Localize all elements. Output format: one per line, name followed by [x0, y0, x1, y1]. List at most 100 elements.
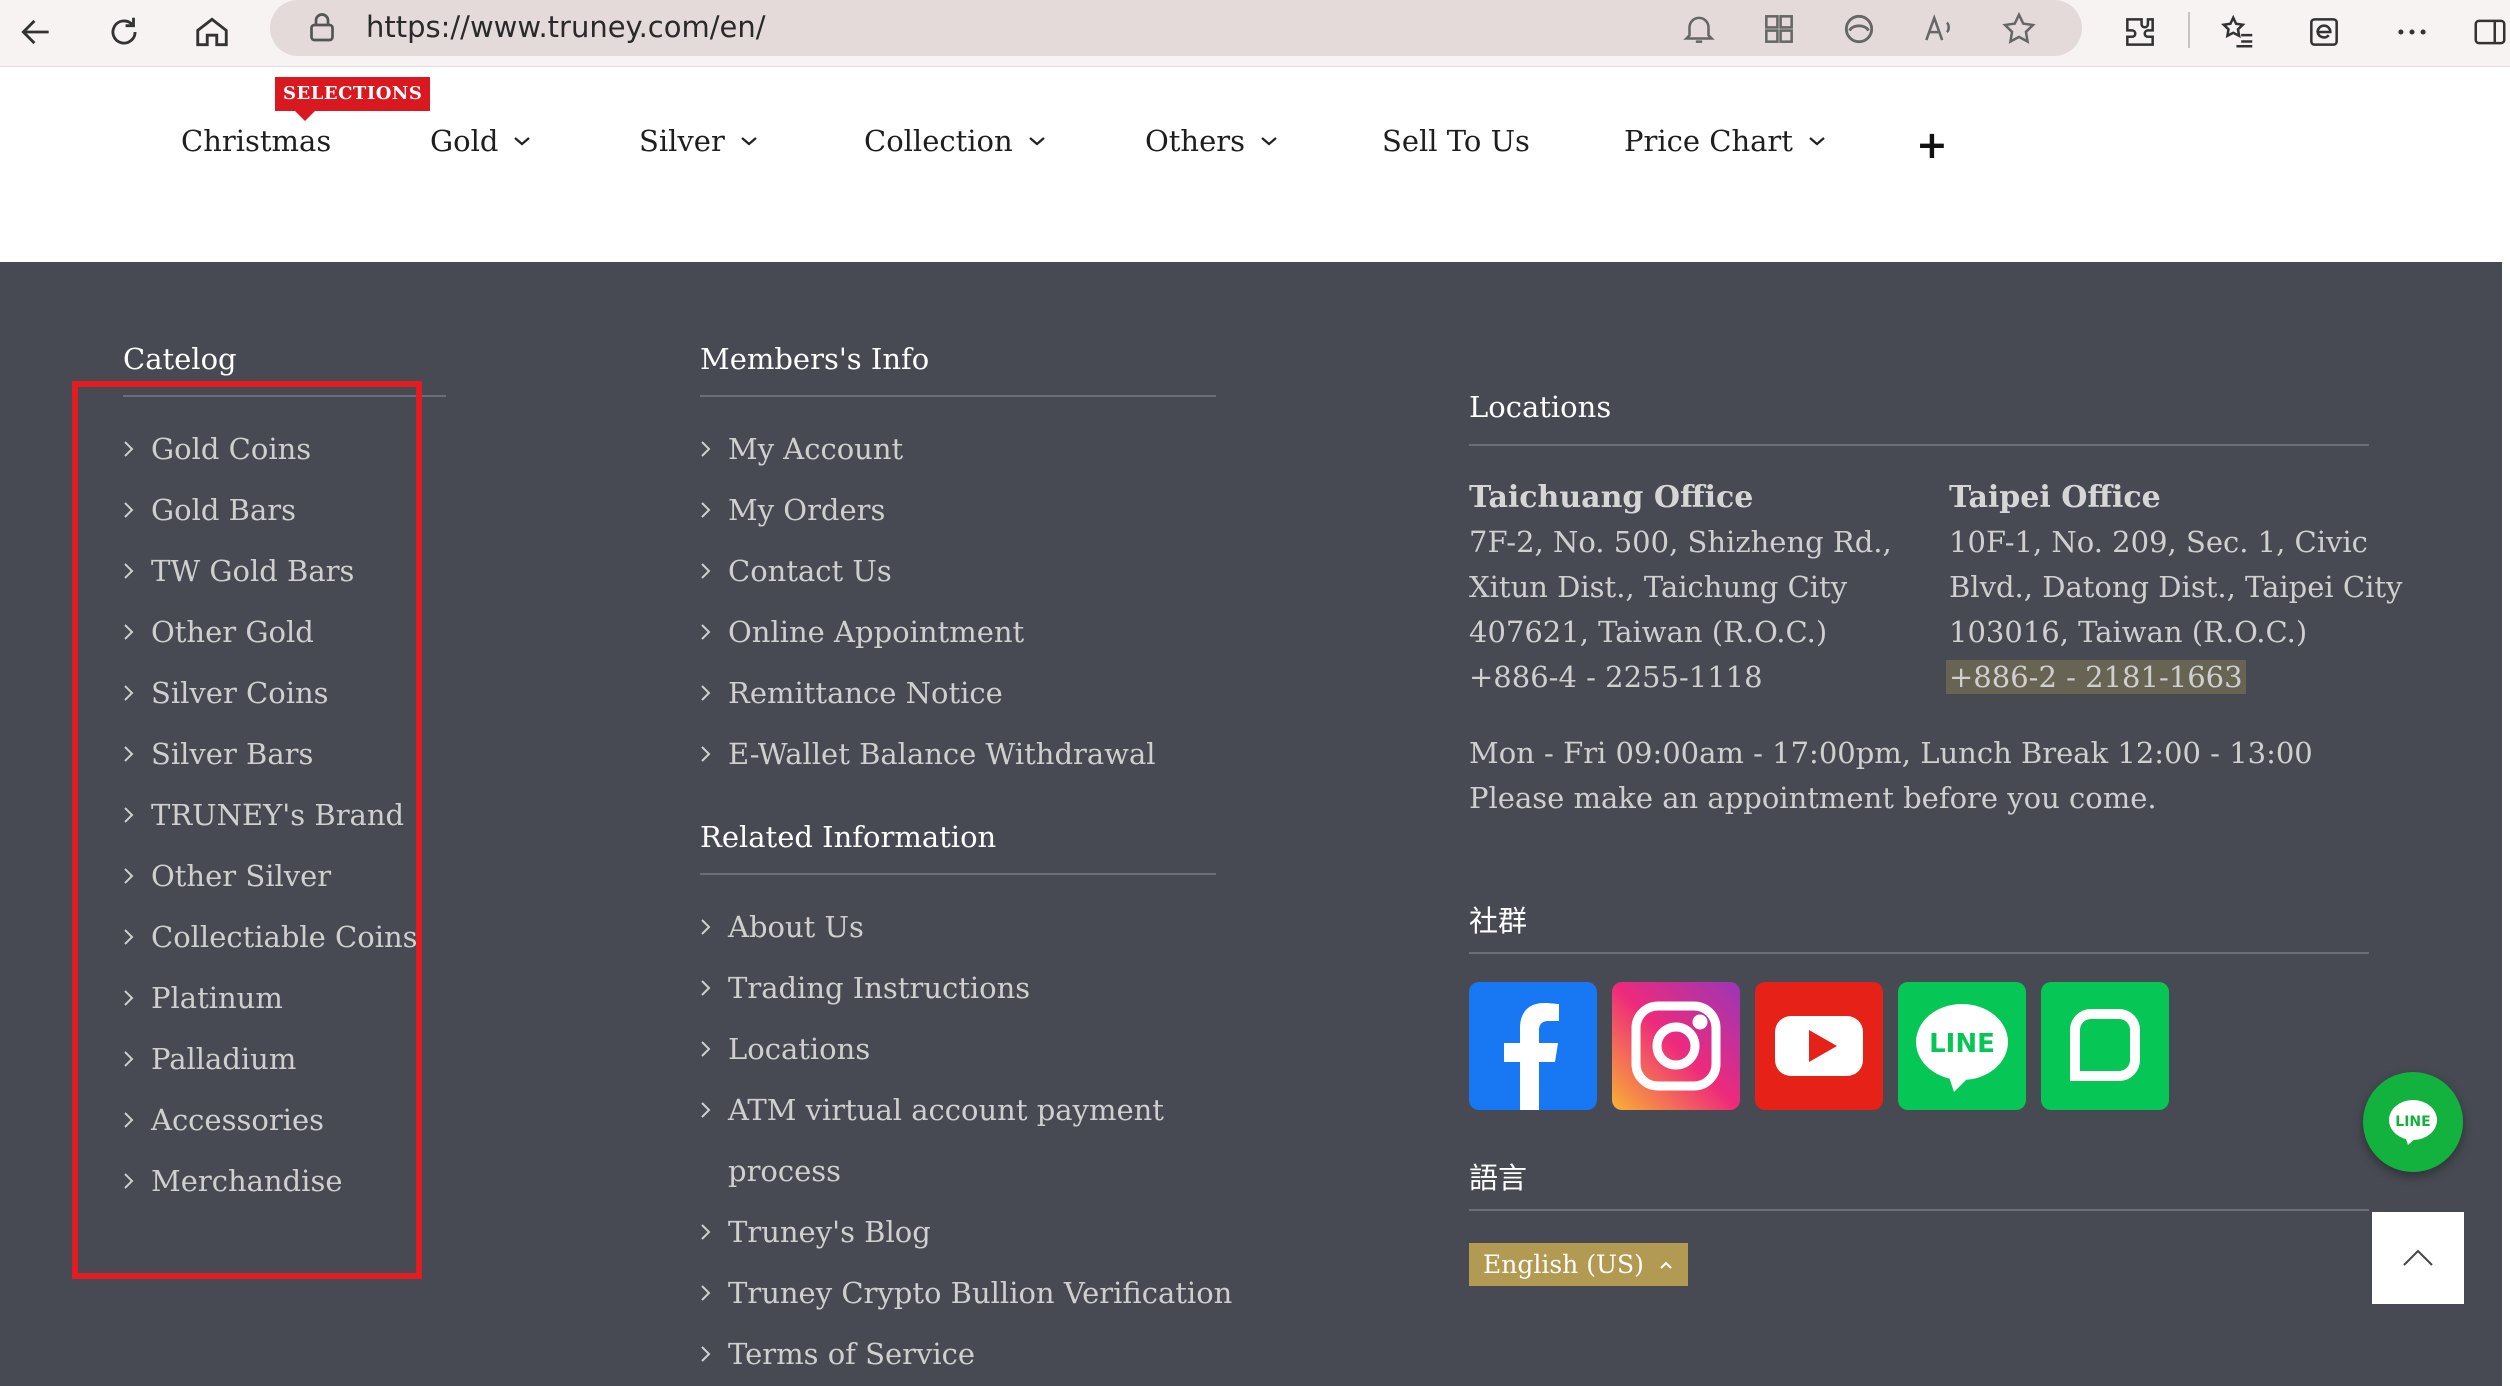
nav-price-chart-label: Price Chart [1624, 124, 1793, 158]
favorites-list-icon[interactable] [2214, 8, 2262, 56]
language-divider [1469, 1209, 2369, 1211]
url-text[interactable]: https://www.truney.com/en/ [366, 10, 766, 44]
related-link[interactable]: About Us [700, 910, 864, 944]
address-bar[interactable]: https://www.truney.com/en/ [270, 0, 2082, 56]
favorite-star-icon[interactable] [2000, 10, 2038, 48]
related-divider [700, 873, 1216, 875]
members-link[interactable]: Contact Us [700, 554, 892, 588]
chevron-right-icon [701, 441, 711, 457]
chevron-down-icon [1028, 137, 1045, 146]
language-select[interactable]: English (US) [1469, 1243, 1688, 1286]
plus-icon[interactable]: + [1916, 123, 1948, 167]
members-link[interactable]: My Account [700, 432, 903, 466]
line-chat-button[interactable]: LINE [2363, 1072, 2463, 1172]
chevron-right-icon [701, 1285, 711, 1301]
related-link-label: About Us [728, 910, 864, 944]
related-link-label: ATM virtual account payment [728, 1093, 1164, 1127]
nav-sell-to-us-label: Sell To Us [1382, 124, 1530, 158]
notification-icon[interactable] [1680, 10, 1718, 48]
nav-christmas[interactable]: Christmas [181, 124, 331, 158]
refresh-icon[interactable] [100, 8, 148, 56]
instagram-icon[interactable] [1612, 982, 1740, 1110]
related-link[interactable]: ATM virtual account payment [700, 1093, 1164, 1127]
nav-collection-label: Collection [864, 124, 1013, 158]
taipei-address-line: 103016, Taiwan (R.O.C.) [1949, 615, 2308, 649]
members-link[interactable]: My Orders [700, 493, 885, 527]
locations-title: Locations [1469, 390, 1612, 424]
related-link[interactable]: Truney's Blog [700, 1215, 931, 1249]
chevron-down-icon [514, 137, 531, 146]
nav-others[interactable]: Others [1145, 124, 1279, 158]
social-title: 社群 [1469, 904, 1528, 938]
chevron-up-icon [2403, 1249, 2433, 1266]
related-link-label: Truney's Blog [728, 1215, 931, 1249]
line-icon-label: LINE [1929, 1029, 1995, 1059]
taichung-phone[interactable]: +886-4 - 2255-1118 [1469, 660, 1763, 694]
youtube-icon[interactable] [1755, 982, 1883, 1110]
content-spacer [0, 212, 2510, 262]
line-today-icon[interactable] [2041, 982, 2169, 1110]
appointment-note: Please make an appointment before you co… [1469, 781, 2157, 815]
catalog-highlight-box [72, 381, 422, 1279]
main-navigation: SELECTIONS Christmas Gold Silver Collect… [0, 67, 2510, 212]
home-icon[interactable] [188, 8, 236, 56]
related-link-label: Locations [728, 1032, 871, 1066]
members-link[interactable]: Remittance Notice [700, 676, 1003, 710]
back-icon[interactable] [12, 8, 60, 56]
line-icon[interactable]: LINE [1898, 982, 2026, 1110]
taichung-address-line: Xitun Dist., Taichung City [1469, 570, 1848, 604]
members-link-label: Contact Us [728, 554, 892, 588]
taipei-phone[interactable]: +886-2 - 2181-1663 [1946, 660, 2246, 694]
members-divider [700, 395, 1216, 397]
chevron-right-icon [701, 624, 711, 640]
social-divider [1469, 952, 2369, 954]
related-link[interactable]: Trading Instructions [700, 971, 1030, 1005]
chevron-up-icon [1660, 1261, 1672, 1269]
edge-icon[interactable] [1840, 10, 1878, 48]
nav-gold[interactable]: Gold [430, 124, 532, 158]
members-link[interactable]: Online Appointment [700, 615, 1024, 649]
nav-collection[interactable]: Collection [864, 124, 1047, 158]
members-link-label: Online Appointment [728, 615, 1025, 649]
nav-silver[interactable]: Silver [639, 124, 759, 158]
nav-silver-label: Silver [639, 124, 725, 158]
extensions-icon[interactable] [2116, 8, 2164, 56]
members-title: Members's Info [700, 342, 930, 376]
language-selected: English (US) [1483, 1250, 1644, 1279]
members-link-label: E-Wallet Balance Withdrawal [728, 737, 1156, 771]
chevron-down-icon [1809, 137, 1825, 146]
chevron-right-icon [701, 502, 711, 518]
sidebar-icon[interactable] [2466, 8, 2510, 56]
taichung-office-title: Taichuang Office [1469, 480, 1754, 515]
related-link[interactable]: Locations [700, 1032, 870, 1066]
read-aloud-icon[interactable] [1920, 10, 1958, 48]
related-link-label: Trading Instructions [728, 971, 1031, 1005]
related-title: Related Information [700, 820, 997, 854]
related-link-label: Terms of Service [728, 1337, 976, 1371]
members-link-label: My Orders [728, 493, 886, 527]
facebook-icon[interactable] [1469, 982, 1597, 1110]
nav-others-label: Others [1145, 124, 1246, 158]
apps-icon[interactable] [1760, 10, 1798, 48]
chevron-right-icon [701, 1346, 711, 1362]
related-link[interactable]: Truney Crypto Bullion Verification [700, 1276, 1232, 1310]
collections-icon[interactable] [2300, 8, 2348, 56]
chevron-down-icon [741, 137, 757, 146]
locations-divider [1469, 444, 2369, 446]
back-to-top-button[interactable] [2372, 1212, 2464, 1304]
lock-icon[interactable] [304, 10, 340, 46]
members-link-label: Remittance Notice [728, 676, 1003, 710]
related-link-continuation[interactable]: process [728, 1154, 841, 1188]
chevron-right-icon [701, 563, 711, 579]
chevron-down-icon [1261, 137, 1277, 146]
related-link[interactable]: Terms of Service [700, 1337, 975, 1371]
toolbar-divider [2188, 12, 2190, 48]
nav-sell-to-us[interactable]: Sell To Us [1382, 124, 1530, 158]
related-link-label: process [728, 1154, 842, 1188]
taichung-address-line: 7F-2, No. 500, Shizheng Rd., [1469, 525, 1892, 559]
more-icon[interactable] [2388, 8, 2436, 56]
catalog-title: Catelog [123, 342, 237, 376]
members-link[interactable]: E-Wallet Balance Withdrawal [700, 737, 1156, 771]
nav-price-chart[interactable]: Price Chart [1624, 124, 1827, 158]
line-chat-label: LINE [2395, 1114, 2430, 1130]
